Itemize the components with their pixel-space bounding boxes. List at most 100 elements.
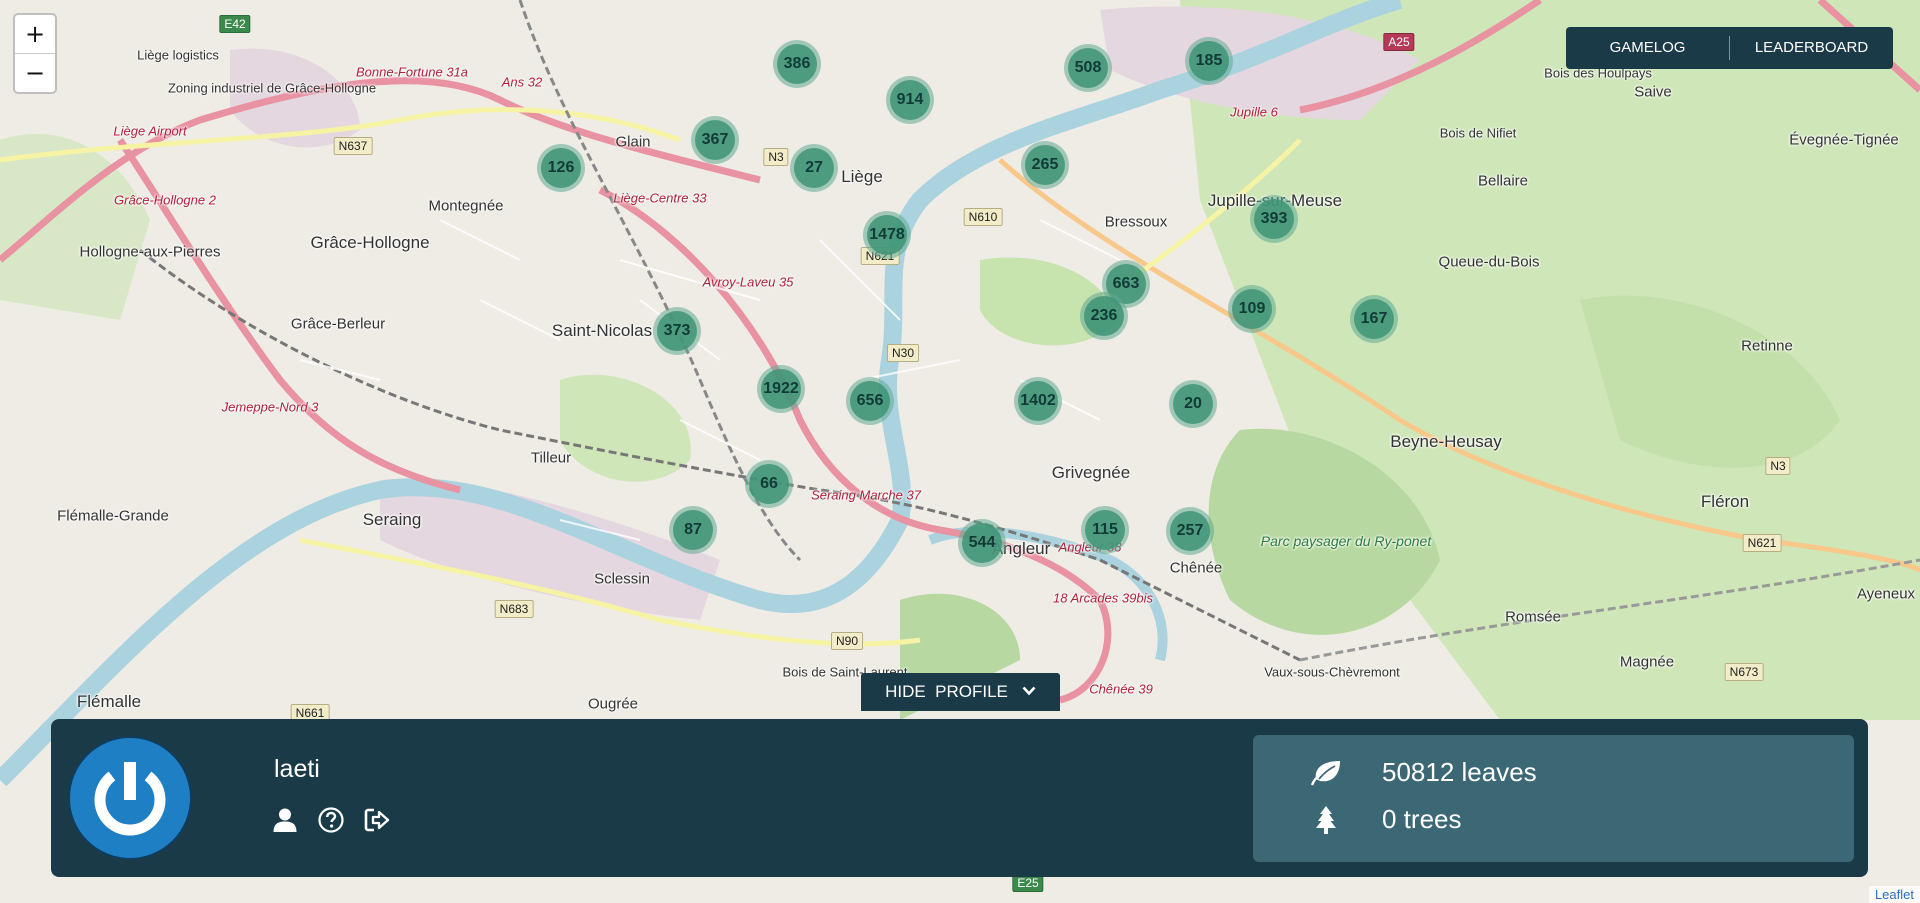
tree-cluster-marker[interactable]: 185: [1185, 37, 1233, 85]
road-shield: N673: [1724, 663, 1764, 681]
tree-cluster-marker[interactable]: 386: [773, 40, 821, 88]
tree-cluster-marker[interactable]: 27: [790, 144, 838, 192]
place-label: Zoning industriel de Grâce-Hollogne: [167, 80, 377, 96]
cluster-count: 185: [1189, 41, 1229, 81]
tree-cluster-marker[interactable]: 66: [745, 460, 793, 508]
place-label: Saive: [1634, 83, 1672, 101]
cluster-count: 87: [673, 510, 713, 550]
place-label: Glain: [615, 133, 651, 151]
place-label: Montegnée: [428, 197, 504, 215]
exit-label: Bonne-Fortune 31a: [355, 64, 469, 80]
cluster-count: 115: [1085, 510, 1125, 550]
exit-label: Jemeppe-Nord 3: [221, 399, 319, 415]
tree-cluster-marker[interactable]: 393: [1250, 195, 1298, 243]
exit-label: Grâce-Hollogne 2: [114, 192, 216, 208]
place-label: Retinne: [1741, 337, 1793, 355]
cluster-count: 1922: [761, 369, 801, 409]
exit-label: Jupille 6: [1230, 104, 1278, 120]
hide-profile-button[interactable]: HIDE PROFILE: [861, 673, 1060, 711]
place-label: Magnée: [1619, 653, 1675, 671]
park-label: Parc paysager du Ry-ponet: [1260, 533, 1432, 549]
place-label: Bellaire: [1477, 172, 1529, 190]
tree-cluster-marker[interactable]: 1478: [863, 211, 911, 259]
tree-cluster-marker[interactable]: 236: [1080, 292, 1128, 340]
place-label: Saint-Nicolas: [551, 321, 653, 340]
profile-actions: [272, 807, 390, 833]
tree-cluster-marker[interactable]: 367: [691, 116, 739, 164]
tree-cluster-marker[interactable]: 373: [653, 307, 701, 355]
road-shield: N3: [1765, 457, 1791, 475]
tree-icon: [1308, 805, 1344, 835]
cluster-count: 544: [962, 523, 1002, 563]
tree-cluster-marker[interactable]: 126: [537, 144, 585, 192]
place-label: Ayeneux: [1856, 585, 1916, 603]
cluster-count: 236: [1084, 296, 1124, 336]
cluster-count: 393: [1254, 199, 1294, 239]
place-label: Tilleur: [530, 449, 572, 467]
cluster-count: 1402: [1018, 381, 1058, 421]
power-icon: [68, 736, 192, 860]
username: laeti: [274, 755, 320, 783]
tree-cluster-marker[interactable]: 265: [1021, 141, 1069, 189]
place-label: Fléron: [1700, 492, 1750, 511]
avatar[interactable]: [68, 736, 192, 860]
place-label: Grivegnée: [1051, 463, 1131, 482]
tree-cluster-marker[interactable]: 257: [1166, 507, 1214, 555]
tree-cluster-marker[interactable]: 167: [1350, 295, 1398, 343]
road-shield: N637: [333, 137, 373, 155]
place-label: Chênée: [1169, 559, 1223, 577]
exit-label: Ans 32: [501, 74, 543, 90]
cluster-count: 1478: [867, 215, 907, 255]
stats-box: 50812 leaves 0 trees: [1253, 735, 1854, 862]
exit-label: Chênée 39: [1089, 681, 1153, 697]
leaderboard-button[interactable]: LEADERBOARD: [1730, 27, 1893, 69]
place-label: Beyne-Heusay: [1390, 432, 1502, 451]
place-label: Grâce-Hollogne: [310, 233, 430, 252]
place-label: Flémalle-Grande: [57, 507, 169, 525]
zoom-control: + −: [13, 13, 57, 94]
tree-cluster-marker[interactable]: 109: [1228, 285, 1276, 333]
exit-label: Liège-Centre 33: [613, 190, 707, 206]
place-label: Liège Airport: [113, 123, 187, 139]
tree-cluster-marker[interactable]: 87: [669, 506, 717, 554]
cluster-count: 27: [794, 148, 834, 188]
place-label: Seraing: [362, 510, 422, 529]
leaves-stat: 50812 leaves: [1308, 757, 1537, 788]
user-icon[interactable]: [272, 807, 298, 833]
place-label: Évegnée-Tignée: [1789, 131, 1899, 149]
tree-cluster-marker[interactable]: 115: [1081, 506, 1129, 554]
place-label: Vaux-sous-Chèvremont: [1264, 664, 1400, 680]
cluster-count: 265: [1025, 145, 1065, 185]
place-label: Liège: [841, 167, 883, 186]
tree-cluster-marker[interactable]: 544: [958, 519, 1006, 567]
tree-cluster-marker[interactable]: 1922: [757, 365, 805, 413]
logout-icon[interactable]: [364, 807, 390, 833]
cluster-count: 167: [1354, 299, 1394, 339]
place-label: Bois de Nifiet: [1439, 125, 1517, 141]
place-label: Romsée: [1505, 608, 1561, 626]
place-label: Sclessin: [594, 570, 650, 588]
zoom-out-button[interactable]: −: [15, 53, 55, 92]
tree-cluster-marker[interactable]: 656: [846, 377, 894, 425]
exit-label: 18 Arcades 39bis: [1053, 590, 1153, 606]
place-label: Hollogne-aux-Pierres: [79, 243, 221, 261]
cluster-count: 386: [777, 44, 817, 84]
road-shield: A25: [1383, 33, 1415, 51]
tree-cluster-marker[interactable]: 914: [886, 76, 934, 124]
trees-count: 0 trees: [1382, 804, 1462, 834]
gamelog-button[interactable]: GAMELOG: [1566, 27, 1729, 69]
map-attribution-link[interactable]: Leaflet: [1868, 886, 1920, 903]
tree-cluster-marker[interactable]: 1402: [1014, 377, 1062, 425]
cluster-count: 367: [695, 120, 735, 160]
cluster-count: 914: [890, 80, 930, 120]
place-label: Flémalle: [76, 692, 142, 711]
place-label: Grâce-Berleur: [290, 315, 386, 333]
road-shield: N610: [963, 208, 1003, 226]
top-nav: GAMELOG LEADERBOARD: [1566, 27, 1893, 69]
zoom-in-button[interactable]: +: [15, 15, 55, 53]
place-label: Ougrée: [587, 695, 639, 713]
tree-cluster-marker[interactable]: 20: [1169, 380, 1217, 428]
help-icon[interactable]: [318, 807, 344, 833]
cluster-count: 66: [749, 464, 789, 504]
tree-cluster-marker[interactable]: 508: [1064, 44, 1112, 92]
